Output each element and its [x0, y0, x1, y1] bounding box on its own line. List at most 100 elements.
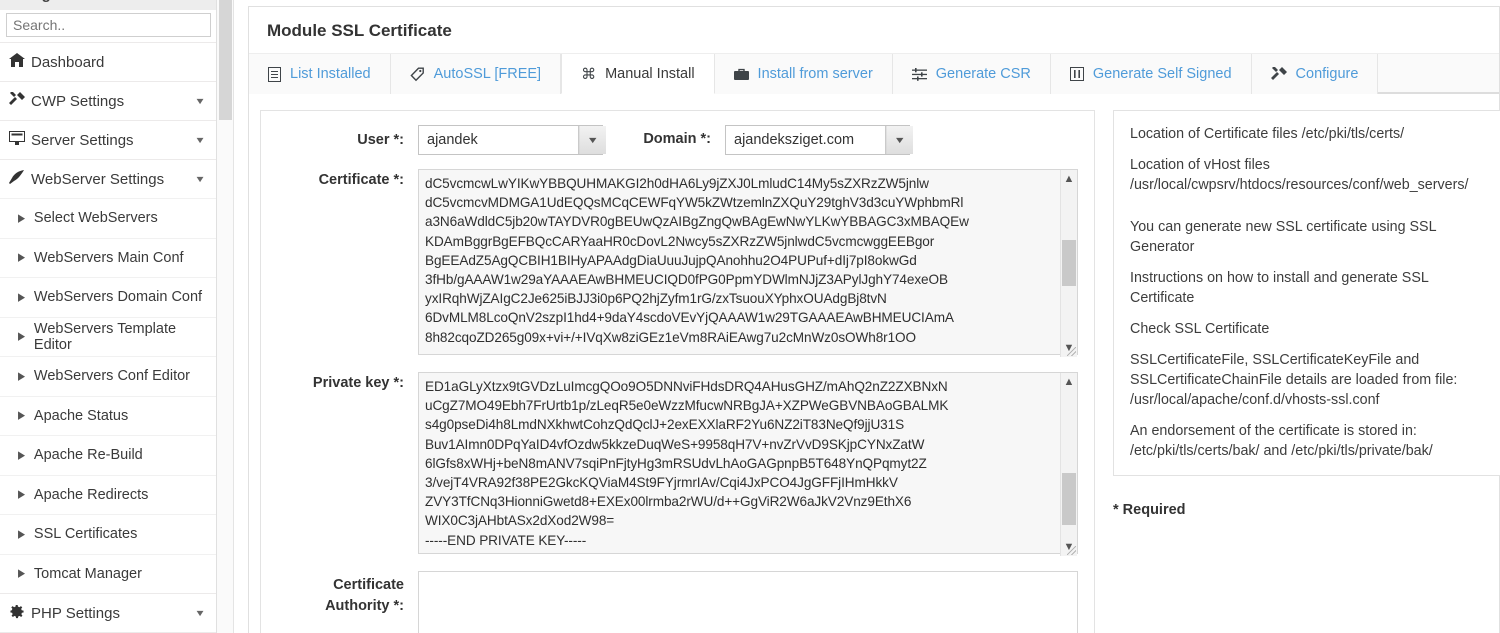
sidebar-subitem-label: WebServers Main Conf: [33, 249, 184, 266]
command-icon: ⌘: [581, 65, 597, 83]
private-key-textarea-wrap: ▲ ▼: [418, 372, 1078, 557]
sidebar-subitem-label: Select WebServers: [33, 210, 158, 227]
domain-label: Domain *:: [643, 131, 711, 147]
columns-icon: [1069, 67, 1084, 81]
chevron-right-icon: ▶: [18, 448, 25, 461]
sidebar-subitem-label: Apache Re-Build: [33, 447, 143, 464]
sidebar-item-label: WebServer Settings: [31, 170, 165, 188]
user-label: User *:: [357, 132, 404, 148]
user-select[interactable]: ajandek: [418, 125, 603, 155]
sidebar-item-apache-redirects[interactable]: ▶ Apache Redirects: [0, 474, 216, 515]
sidebar-item-webservers-conf-editor[interactable]: ▶ WebServers Conf Editor: [0, 356, 216, 396]
private-key-scrollbar[interactable]: ▲ ▼: [1060, 373, 1077, 556]
sidebar: Navigation Dashboard CWP Settings ▼: [0, 0, 217, 633]
sidebar-item-webservers-main-conf[interactable]: ▶ WebServers Main Conf: [0, 237, 216, 278]
info-line: An endorsement of the certificate is sto…: [1130, 423, 1433, 459]
sidebar-subitem-label: Tomcat Manager: [33, 565, 142, 582]
scrollbar-thumb[interactable]: [1062, 473, 1076, 525]
tab-configure[interactable]: Configure: [1251, 54, 1379, 94]
feather-icon: [9, 170, 31, 188]
chevron-right-icon: ▶: [18, 527, 25, 540]
tag-icon: [410, 67, 425, 82]
tab-install-from-server[interactable]: Install from server: [714, 54, 893, 94]
tab-bar-filler: [1378, 54, 1499, 93]
sidebar-item-server-settings[interactable]: Server Settings ▼: [0, 120, 216, 159]
sidebar-item-apache-re-build[interactable]: ▶ Apache Re-Build: [0, 435, 216, 475]
private-key-textarea[interactable]: [418, 372, 1078, 554]
sidebar-item-webservers-template-editor[interactable]: ▶ WebServers Template Editor: [0, 316, 216, 357]
tools-icon: [9, 91, 31, 110]
info-line: SSLCertificateFile, SSLCertificateKeyFil…: [1130, 352, 1458, 408]
tab-generate-csr[interactable]: Generate CSR: [892, 54, 1051, 94]
sidebar-search-wrap: [0, 10, 216, 42]
sidebar-item-select-webservers[interactable]: ▶ Select WebServers: [0, 198, 216, 238]
search-input[interactable]: [6, 13, 211, 37]
row-certificate-authority: Certificate Authority *:: [277, 571, 1078, 633]
chevron-right-icon: ▶: [18, 567, 25, 580]
tools-icon: [1270, 67, 1287, 81]
info-line: Location of vHost files /usr/local/cwpsr…: [1130, 157, 1469, 193]
briefcase-icon: [733, 68, 749, 81]
tab-label: AutoSSL [FREE]: [433, 66, 542, 82]
tab-label: Install from server: [757, 66, 873, 82]
scrollbar-track[interactable]: [1061, 391, 1077, 538]
certificate-authority-label: Certificate Authority *:: [325, 577, 404, 614]
tab-label: Generate CSR: [935, 66, 1031, 82]
chevron-right-icon: ▶: [18, 290, 25, 303]
certificate-scrollbar[interactable]: ▲ ▼: [1060, 170, 1077, 357]
tab-autossl-free[interactable]: AutoSSL [FREE]: [390, 54, 562, 94]
sidebar-item-php-settings[interactable]: PHP Settings ▼: [0, 593, 216, 632]
chevron-up-icon[interactable]: ▲: [1064, 170, 1075, 188]
private-key-label: Private key *:: [312, 375, 404, 391]
page-title: Module SSL Certificate: [249, 7, 1499, 54]
certificate-authority-textarea[interactable]: [418, 571, 1078, 633]
required-note: * Required: [1113, 502, 1186, 518]
sidebar-header: Navigation: [0, 0, 216, 10]
home-icon: [9, 53, 31, 71]
sidebar-scrollbar-thumb[interactable]: [219, 0, 232, 120]
resize-handle[interactable]: [1067, 347, 1076, 356]
tab-list-installed[interactable]: List Installed: [249, 54, 391, 94]
scrollbar-track[interactable]: [1061, 188, 1077, 339]
sidebar-scrollbar[interactable]: [217, 0, 234, 633]
chevron-right-icon: ▶: [18, 251, 25, 264]
sidebar-subitem-label: WebServers Domain Conf: [33, 289, 203, 306]
sidebar-item-label: Dashboard: [31, 53, 105, 71]
sidebar-item-cwp-settings[interactable]: CWP Settings ▼: [0, 81, 216, 120]
info-line: You can generate new SSL certificate usi…: [1130, 219, 1436, 255]
scrollbar-thumb[interactable]: [1062, 240, 1076, 286]
gear-icon: [9, 604, 31, 623]
sidebar-item-webserver-settings[interactable]: WebServer Settings ▼: [0, 159, 216, 198]
sidebar-item-apache-status[interactable]: ▶ Apache Status: [0, 395, 216, 436]
certificate-label: Certificate *:: [318, 172, 404, 188]
sidebar-subitem-label: WebServers Template Editor: [33, 320, 177, 353]
chevron-right-icon: ▶: [18, 330, 25, 343]
tab-manual-install[interactable]: ⌘ Manual Install: [561, 54, 715, 94]
info-line: Location of Certificate files /etc/pki/t…: [1130, 126, 1405, 142]
tab-generate-self-signed[interactable]: Generate Self Signed: [1050, 54, 1252, 94]
sidebar-item-tomcat-manager[interactable]: ▶ Tomcat Manager: [0, 553, 216, 594]
sidebar-subitem-label: Apache Redirects: [33, 486, 149, 503]
tab-label: Manual Install: [605, 65, 695, 82]
chevron-up-icon[interactable]: ▲: [1064, 373, 1075, 391]
chevron-down-icon: ▼: [194, 174, 206, 184]
sidebar-subitem-label: SSL Certificates: [33, 526, 138, 543]
user-select-wrap: ajandek ▼: [418, 125, 606, 155]
certificate-textarea[interactable]: [418, 169, 1078, 355]
resize-handle[interactable]: [1067, 546, 1076, 555]
domain-select[interactable]: ajandeksziget.com: [725, 125, 910, 155]
tab-label: List Installed: [290, 66, 371, 82]
sidebar-item-ssl-certificates[interactable]: ▶ SSL Certificates: [0, 514, 216, 554]
sidebar-item-label: CWP Settings: [31, 92, 125, 110]
row-private-key: Private key *: ▲ ▼: [277, 372, 1078, 557]
sidebar-item-webservers-domain-conf[interactable]: ▶ WebServers Domain Conf: [0, 277, 216, 317]
server-icon: [9, 131, 31, 149]
sidebar-item-dashboard[interactable]: Dashboard: [0, 42, 216, 81]
main-content: Module SSL Certificate List Installed Au…: [234, 0, 1500, 633]
row-certificate: Certificate *: ▲ ▼: [277, 169, 1078, 358]
document-icon: [268, 66, 281, 82]
ssl-form: User *: ajandek ▼ Domain *: ajandekszige…: [260, 110, 1095, 633]
chevron-right-icon: ▶: [18, 211, 25, 224]
chevron-down-icon: ▼: [194, 135, 206, 145]
chevron-down-icon: ▼: [194, 608, 206, 618]
